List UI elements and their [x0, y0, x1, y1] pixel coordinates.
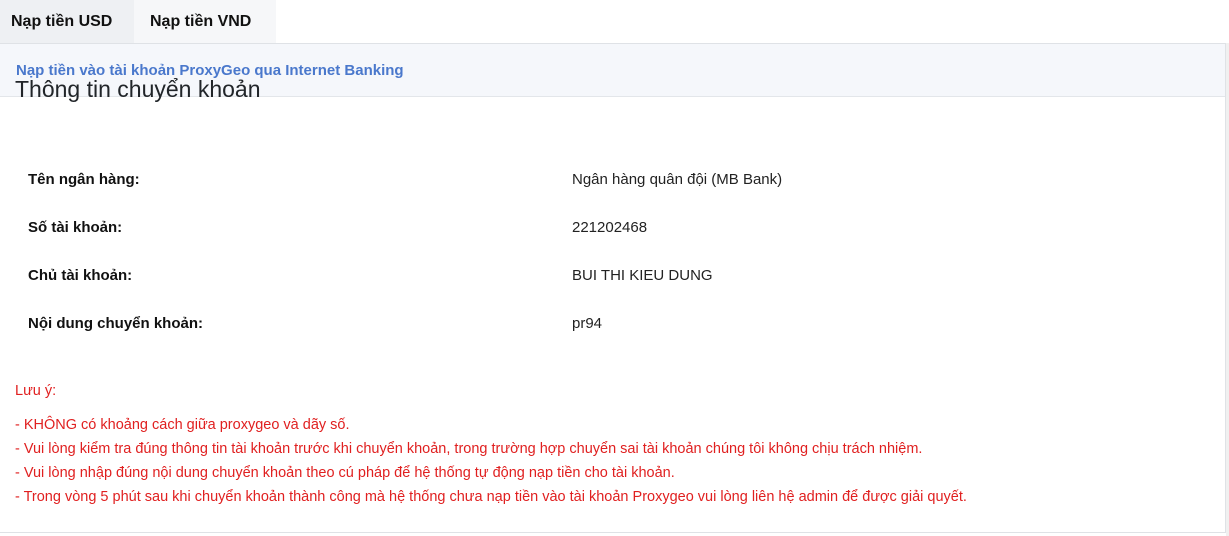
- tab-deposit-usd[interactable]: Nạp tiền USD: [0, 0, 134, 43]
- row-transfer-content: Nội dung chuyển khoản: pr94: [28, 311, 1178, 335]
- tab-deposit-vnd[interactable]: Nạp tiền VND: [134, 0, 276, 43]
- account-holder-value: BUI THI KIEU DUNG: [572, 266, 713, 284]
- notes-section: Lưu ý: - KHÔNG có khoảng cách giữa proxy…: [15, 379, 967, 509]
- tab-label: Nạp tiền VND: [150, 12, 252, 30]
- bank-name-value: Ngân hàng quân đội (MB Bank): [572, 170, 783, 188]
- account-holder-label: Chủ tài khoản:: [28, 266, 133, 284]
- account-number-label: Số tài khoản:: [28, 218, 123, 236]
- deposit-card: Nạp tiền vào tài khoản ProxyGeo qua Inte…: [0, 43, 1226, 533]
- row-account-number: Số tài khoản: 221202468: [28, 215, 1178, 239]
- row-bank-name: Tên ngân hàng: Ngân hàng quân đội (MB Ba…: [28, 167, 1178, 191]
- note-item: - Vui lòng kiểm tra đúng thông tin tài k…: [15, 441, 923, 457]
- account-number-value: 221202468: [572, 218, 648, 236]
- bank-name-label: Tên ngân hàng:: [28, 170, 140, 188]
- transfer-info-title: Thông tin chuyển khoản: [15, 76, 261, 102]
- note-item: - Trong vòng 5 phút sau khi chuyển khoản…: [15, 489, 967, 505]
- transfer-content-label: Nội dung chuyển khoản:: [28, 314, 203, 332]
- row-account-holder: Chủ tài khoản: BUI THI KIEU DUNG: [28, 263, 1178, 287]
- note-item: - KHÔNG có khoảng cách giữa proxygeo và …: [15, 417, 350, 433]
- tab-bar: Nạp tiền USD Nạp tiền VND: [0, 0, 276, 43]
- tab-label: Nạp tiền USD: [11, 12, 113, 30]
- transfer-content-value: pr94: [572, 314, 603, 332]
- note-item: - Vui lòng nhập đúng nội dung chuyển kho…: [15, 465, 675, 481]
- notes-title: Lưu ý:: [15, 383, 57, 399]
